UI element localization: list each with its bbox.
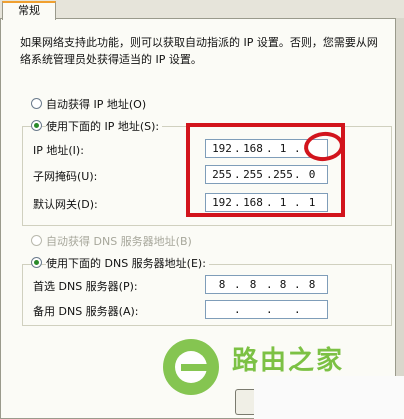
alternate-dns-label: 备用 DNS 服务器(A): bbox=[33, 305, 139, 318]
preferred-dns-octet-3: 8 bbox=[279, 278, 287, 291]
ok-button-partial[interactable] bbox=[235, 389, 256, 415]
auto-ip-label[interactable]: 自动获得 IP 地址(O) bbox=[46, 96, 146, 112]
ip-address-label: IP 地址(I): bbox=[33, 144, 84, 157]
gateway-label: 默认网关(D): bbox=[33, 198, 98, 211]
preferred-dns-label: 首选 DNS 服务器(P): bbox=[33, 280, 138, 293]
auto-ip-radio[interactable] bbox=[31, 98, 42, 109]
watermark-text: 路由之家 bbox=[232, 346, 345, 376]
preferred-dns-field[interactable]: 8 . 8 . 8 . 8 bbox=[205, 275, 328, 294]
subnet-mask-label: 子网掩码(U): bbox=[33, 170, 98, 183]
window-edge bbox=[396, 18, 404, 419]
auto-dns-label: 自动获得 DNS 服务器地址(B) bbox=[46, 235, 192, 248]
manual-dns-radio[interactable] bbox=[31, 257, 42, 268]
manual-ip-label[interactable]: 使用下面的 IP 地址(S): bbox=[46, 118, 163, 134]
preferred-dns-octet-4: 8 bbox=[308, 278, 316, 291]
manual-ip-radio[interactable] bbox=[31, 120, 42, 131]
tab-strip bbox=[0, 0, 404, 18]
tab-general[interactable]: 常规 bbox=[2, 1, 56, 20]
watermark-backdrop bbox=[254, 376, 404, 419]
auto-dns-radio bbox=[31, 235, 42, 246]
manual-dns-label[interactable]: 使用下面的 DNS 服务器地址(E): bbox=[46, 255, 209, 271]
watermark-logo-icon bbox=[163, 339, 219, 395]
preferred-dns-octet-1: 8 bbox=[218, 278, 226, 291]
alternate-dns-field[interactable]: . . . bbox=[205, 300, 328, 319]
intro-text: 如果网络支持此功能，则可以获取自动指派的 IP 设置。否则，您需要从网络系统管理… bbox=[20, 36, 378, 66]
preferred-dns-octet-2: 8 bbox=[249, 278, 257, 291]
